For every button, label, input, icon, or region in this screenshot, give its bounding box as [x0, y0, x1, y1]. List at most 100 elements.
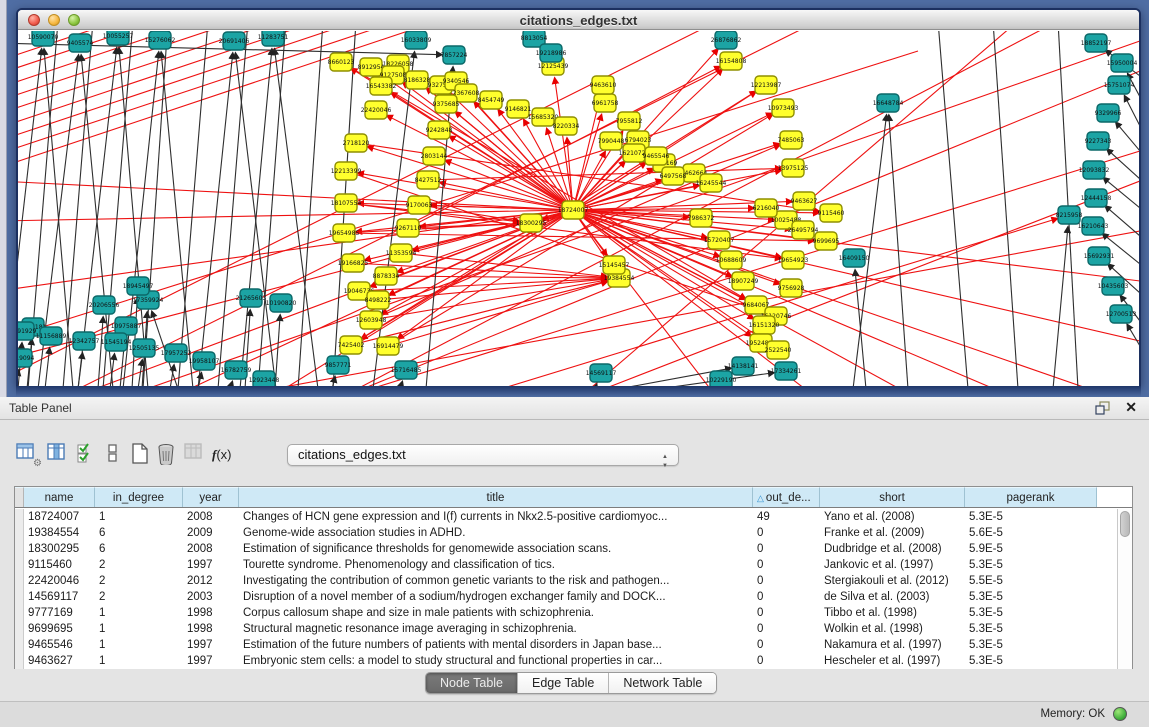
- new-column-icon[interactable]: [130, 443, 154, 467]
- table-cell: Genome-wide association studies in ADHD.: [239, 525, 753, 541]
- column-header-year[interactable]: year: [183, 487, 239, 507]
- table-row[interactable]: 1872400712008Changes of HCN gene express…: [15, 509, 1118, 525]
- delete-table-icon: [184, 443, 208, 467]
- table-row[interactable]: 977716911998Corpus callosum shape and si…: [15, 605, 1118, 621]
- table-cell: 6: [95, 525, 183, 541]
- selected-edge[interactable]: [401, 253, 607, 277]
- node-label: 14569117: [586, 370, 617, 377]
- row-gutter: [15, 589, 24, 605]
- table-row[interactable]: 1830029562008Estimation of significance …: [15, 541, 1118, 557]
- edge[interactable]: [98, 317, 103, 386]
- edge[interactable]: [78, 353, 83, 386]
- network-graph[interactable]: 1872400718300295193845548660123891295418…: [18, 31, 1139, 386]
- table-body[interactable]: 1872400712008Changes of HCN gene express…: [15, 509, 1118, 669]
- edge[interactable]: [198, 53, 233, 386]
- node-label: 12505135: [129, 345, 160, 352]
- table-type-tabs: Node Table Edge Table Network Table: [425, 672, 717, 694]
- node-label: 16245544: [696, 180, 727, 187]
- table-vertical-scrollbar[interactable]: [1117, 509, 1132, 669]
- float-panel-icon[interactable]: [1095, 401, 1111, 415]
- network-view[interactable]: 1872400718300295193845548660123891295418…: [18, 31, 1139, 386]
- table-row[interactable]: 911546021997Tourette syndrome. Phenomeno…: [15, 557, 1118, 573]
- node-label: 17957253: [161, 350, 192, 357]
- node-label: 12923448: [249, 377, 280, 384]
- attribute-table: name in_degree year title △out_de... sho…: [14, 486, 1133, 669]
- selected-edge[interactable]: [388, 281, 607, 346]
- selected-edge[interactable]: [18, 210, 573, 291]
- function-icon[interactable]: f(x): [212, 447, 236, 471]
- row-gutter: [15, 557, 24, 573]
- table-row[interactable]: 969969511998Structural magnetic resonanc…: [15, 621, 1118, 637]
- node-label: 15692931: [1084, 253, 1115, 260]
- deselect-icon[interactable]: [106, 443, 130, 467]
- node-label: 10055257: [103, 33, 134, 40]
- node-label: 26876862: [711, 37, 742, 44]
- node-label: 15720407: [704, 237, 735, 244]
- table-selector-value: citations_edges.txt: [298, 447, 406, 462]
- selected-edge[interactable]: [371, 280, 607, 320]
- window-title: citations_edges.txt: [18, 13, 1139, 28]
- edge[interactable]: [1127, 324, 1139, 346]
- edge[interactable]: [275, 315, 280, 386]
- column-header-out-degree[interactable]: △out_de...: [753, 487, 820, 507]
- close-panel-icon[interactable]: ✕: [1125, 399, 1137, 416]
- table-cell: 1: [95, 605, 183, 621]
- column-header-in-degree[interactable]: in_degree: [95, 487, 183, 507]
- edge[interactable]: [275, 49, 318, 386]
- table-header-row: name in_degree year title △out_de... sho…: [15, 487, 1132, 508]
- scrollbar-thumb[interactable]: [1120, 511, 1130, 537]
- table-mode-icon[interactable]: ⚙: [16, 443, 40, 467]
- edge[interactable]: [993, 31, 1018, 386]
- node-label: 6961758: [592, 100, 619, 107]
- tab-node-table[interactable]: Node Table: [426, 673, 518, 693]
- table-row[interactable]: 2242004622012Investigating the contribut…: [15, 573, 1118, 589]
- tab-network-table[interactable]: Network Table: [609, 673, 716, 693]
- node-label: 18107554: [331, 200, 362, 207]
- table-cell: Tourette syndrome. Phenomenology and cla…: [239, 557, 753, 573]
- column-header-title[interactable]: title: [239, 487, 753, 507]
- edge[interactable]: [1107, 149, 1139, 179]
- table-cell: 2009: [183, 525, 239, 541]
- edge[interactable]: [1105, 206, 1139, 236]
- table-row[interactable]: 946554611997Estimation of the future num…: [15, 637, 1118, 653]
- edge[interactable]: [161, 52, 193, 386]
- node-label: 9329966: [1095, 110, 1122, 117]
- node-label: 16033809: [401, 37, 432, 44]
- side-gutter: [0, 0, 7, 397]
- edge[interactable]: [1116, 122, 1139, 151]
- node-label: 20206556: [89, 302, 120, 309]
- table-row[interactable]: 946362711997Embryonic stem cells: a mode…: [15, 653, 1118, 669]
- node-label: 11156889: [36, 333, 67, 340]
- table-cell: 2: [95, 573, 183, 589]
- delete-column-icon[interactable]: [156, 443, 180, 467]
- node-label: 19654985: [329, 230, 360, 237]
- node-label: 19654923: [778, 257, 809, 264]
- column-header-short[interactable]: short: [820, 487, 965, 507]
- window-titlebar[interactable]: citations_edges.txt: [18, 10, 1139, 30]
- edge[interactable]: [1124, 96, 1139, 126]
- table-row[interactable]: 1938455462009Genome-wide association stu…: [15, 525, 1118, 541]
- table-cell: 5.3E-5: [965, 637, 1097, 653]
- table-row[interactable]: 1456911722003Disruption of a novel membe…: [15, 589, 1118, 605]
- selected-edge[interactable]: [573, 97, 600, 210]
- table-selector-dropdown[interactable]: citations_edges.txt: [287, 444, 679, 466]
- table-cell: Dudbridge et al. (2008): [820, 541, 965, 557]
- edge[interactable]: [938, 31, 968, 386]
- node-label: 13975125: [778, 165, 809, 172]
- table-cell: 9699695: [24, 621, 95, 637]
- column-header-name[interactable]: name: [24, 487, 95, 507]
- tab-edge-table[interactable]: Edge Table: [518, 673, 609, 693]
- select-all-icon[interactable]: [76, 443, 100, 467]
- edge[interactable]: [45, 348, 50, 386]
- edge[interactable]: [240, 49, 272, 386]
- row-gutter-header: [15, 487, 24, 507]
- edge[interactable]: [258, 31, 286, 386]
- column-header-pagerank[interactable]: pagerank: [965, 487, 1097, 507]
- memory-ok-indicator[interactable]: [1113, 707, 1127, 721]
- table-cell: Estimation of the future numbers of pati…: [239, 637, 753, 653]
- show-columns-icon[interactable]: [47, 443, 71, 467]
- table-cell: 0: [753, 541, 820, 557]
- selected-edge[interactable]: [386, 276, 607, 278]
- edge[interactable]: [1053, 227, 1068, 386]
- node-label: 8215958: [1056, 212, 1083, 219]
